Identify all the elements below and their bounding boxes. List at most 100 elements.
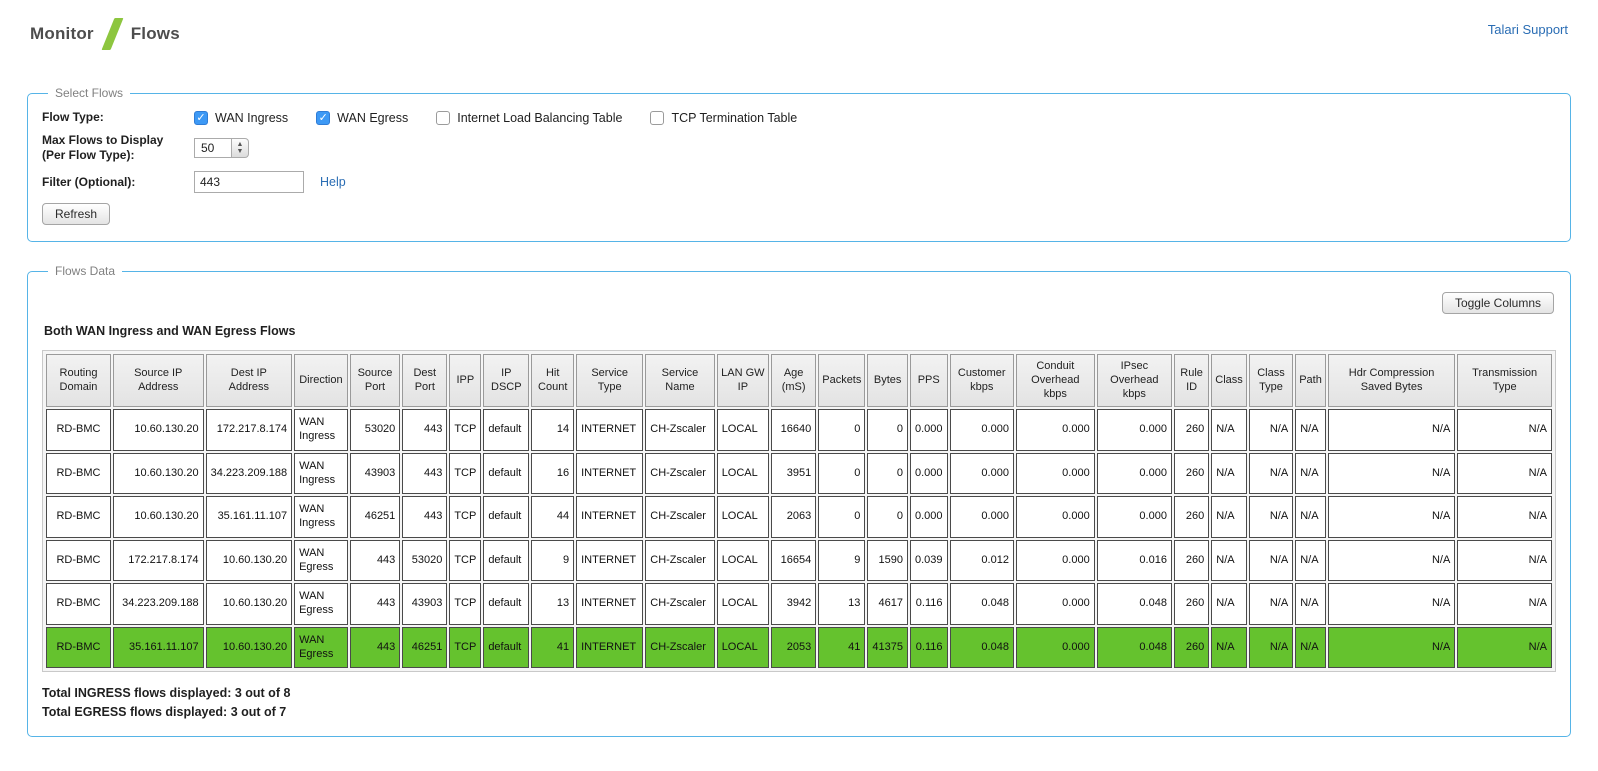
flow-cell: 35.161.11.107 — [205, 496, 293, 538]
flow-cell: CH-Zscaler — [645, 583, 715, 625]
flow-type-option[interactable]: ✓ WAN Egress — [316, 110, 409, 125]
flow-cell: 2053 — [771, 626, 817, 669]
stepper-buttons[interactable]: ▲ ▼ — [232, 138, 249, 158]
column-header: IPsec Overhead kbps — [1096, 354, 1172, 408]
flow-cell: INTERNET — [576, 539, 644, 582]
flow-cell: N/A — [1457, 539, 1552, 582]
flow-cell: CH-Zscaler — [645, 539, 715, 582]
help-link[interactable]: Help — [320, 175, 346, 189]
flow-cell: 0.116 — [909, 626, 948, 669]
flow-cell: 443 — [402, 452, 448, 495]
flows-table-wrap: Routing Domain Source IP Address Dest IP A… — [42, 350, 1556, 673]
flow-cell: 0.039 — [909, 539, 948, 582]
flow-type-option[interactable]: ✓ WAN Ingress — [194, 110, 288, 125]
checkbox-checked-icon[interactable]: ✓ — [316, 110, 331, 125]
flow-cell: 43903 — [349, 452, 401, 495]
max-flows-label: Max Flows to Display (Per Flow Type): — [42, 133, 180, 163]
flow-cell: 0.048 — [949, 626, 1014, 669]
totals: Total INGRESS flows displayed: 3 out of … — [42, 684, 1556, 722]
flow-cell: 0.000 — [949, 496, 1014, 538]
flow-type-option[interactable]: TCP Termination Table — [650, 110, 797, 125]
stepper-up-icon[interactable]: ▲ — [237, 141, 244, 148]
flow-cell: N/A — [1457, 452, 1552, 495]
flow-cell: 443 — [402, 409, 448, 451]
flows-data-legend: Flows Data — [55, 264, 116, 278]
toggle-columns-button[interactable]: Toggle Columns — [1441, 292, 1554, 314]
checkbox-unchecked-icon[interactable] — [436, 110, 451, 125]
flow-cell: RD-BMC — [46, 539, 111, 582]
filter-row: Filter (Optional): Help — [42, 171, 1556, 193]
flow-cell: 46251 — [402, 626, 448, 669]
select-flows-legend: Select Flows — [55, 86, 124, 100]
flow-cell: RD-BMC — [46, 409, 111, 451]
flow-row[interactable]: RD-BMC 10.60.130.20 35.161.11.107 WAN Ingre… — [46, 496, 1552, 538]
flow-cell: 260 — [1173, 409, 1210, 451]
column-header: IP DSCP — [483, 354, 530, 408]
flow-cell: INTERNET — [576, 626, 644, 669]
checkbox-checked-icon[interactable]: ✓ — [194, 110, 208, 125]
flow-cell: 9 — [818, 539, 866, 582]
flows-data-panel: Flows Data Toggle Columns Both WAN Ingre… — [27, 264, 1571, 737]
column-header: Dest Port — [402, 354, 448, 408]
breadcrumb-monitor: Monitor — [30, 24, 94, 43]
column-header: Class Type — [1248, 354, 1294, 408]
flow-cell: N/A — [1327, 496, 1456, 538]
flow-cell: N/A — [1248, 409, 1294, 451]
flow-cell: TCP — [449, 583, 482, 625]
flow-cell: N/A — [1295, 626, 1326, 669]
flow-cell: WAN Egress — [294, 539, 348, 582]
flow-type-row: Flow Type: ✓ WAN Ingress ✓ WAN Egress Intern… — [42, 110, 1556, 125]
max-flows-value[interactable]: 50 — [194, 138, 232, 158]
filter-label: Filter (Optional): — [42, 174, 136, 189]
flow-cell: TCP — [449, 409, 482, 451]
max-flows-stepper[interactable]: 50 ▲ ▼ — [194, 138, 249, 158]
flow-row[interactable]: RD-BMC 172.217.8.174 10.60.130.20 WAN Egres… — [46, 539, 1552, 582]
flow-cell: 43903 — [402, 583, 448, 625]
flow-cell: INTERNET — [576, 409, 644, 451]
max-flows-row: Max Flows to Display (Per Flow Type): 50… — [42, 133, 1556, 163]
flow-cell: default — [483, 409, 530, 451]
flow-cell: N/A — [1248, 626, 1294, 669]
column-header: Customer kbps — [949, 354, 1014, 408]
flow-cell: TCP — [449, 452, 482, 495]
flow-cell: 16654 — [771, 539, 817, 582]
flow-cell: 34.223.209.188 — [205, 452, 293, 495]
flow-cell: 13 — [531, 583, 575, 625]
flow-cell: TCP — [449, 539, 482, 582]
max-flows-label-line2: (Per Flow Type): — [42, 148, 135, 162]
flow-type-label: Flow Type: — [42, 110, 104, 124]
flow-cell: N/A — [1327, 452, 1456, 495]
flow-cell: 0.000 — [1096, 409, 1172, 451]
flow-row[interactable]: RD-BMC 34.223.209.188 10.60.130.20 WAN Egre… — [46, 583, 1552, 625]
column-header: Hdr Compression Saved Bytes — [1327, 354, 1456, 408]
column-header: Path — [1295, 354, 1326, 408]
flow-cell: N/A — [1211, 409, 1247, 451]
flow-cell: 3951 — [771, 452, 817, 495]
flow-cell: N/A — [1248, 496, 1294, 538]
flow-row-highlighted[interactable]: RD-BMC 35.161.11.107 10.60.130.20 WAN Egres… — [46, 626, 1552, 669]
flow-cell: CH-Zscaler — [645, 452, 715, 495]
talari-support-link[interactable]: Talari Support — [1488, 18, 1568, 37]
stepper-down-icon[interactable]: ▼ — [237, 148, 244, 155]
flow-cell: 4617 — [867, 583, 908, 625]
flow-cell: N/A — [1327, 583, 1456, 625]
flow-cell: LOCAL — [716, 409, 770, 451]
flow-cell: WAN Egress — [294, 583, 348, 625]
column-header: Packets — [818, 354, 866, 408]
flow-cell: 9 — [531, 539, 575, 582]
flow-cell: WAN Ingress — [294, 452, 348, 495]
flow-cell: INTERNET — [576, 583, 644, 625]
flow-cell: 10.60.130.20 — [205, 539, 293, 582]
flow-row[interactable]: RD-BMC 10.60.130.20 172.217.8.174 WAN Ingre… — [46, 409, 1552, 451]
flow-cell: 443 — [349, 539, 401, 582]
flow-cell: 1590 — [867, 539, 908, 582]
refresh-button[interactable]: Refresh — [42, 203, 111, 225]
flow-cell: RD-BMC — [46, 452, 111, 495]
flow-type-option-label: WAN Egress — [337, 110, 409, 125]
checkbox-unchecked-icon[interactable] — [650, 110, 665, 125]
flows-table-body: RD-BMC 10.60.130.20 172.217.8.174 WAN Ingre… — [46, 409, 1552, 669]
filter-input[interactable] — [194, 171, 304, 193]
flow-type-option[interactable]: Internet Load Balancing Table — [436, 110, 622, 125]
flow-row[interactable]: RD-BMC 10.60.130.20 34.223.209.188 WAN Ingr… — [46, 452, 1552, 495]
column-header: Service Type — [576, 354, 644, 408]
